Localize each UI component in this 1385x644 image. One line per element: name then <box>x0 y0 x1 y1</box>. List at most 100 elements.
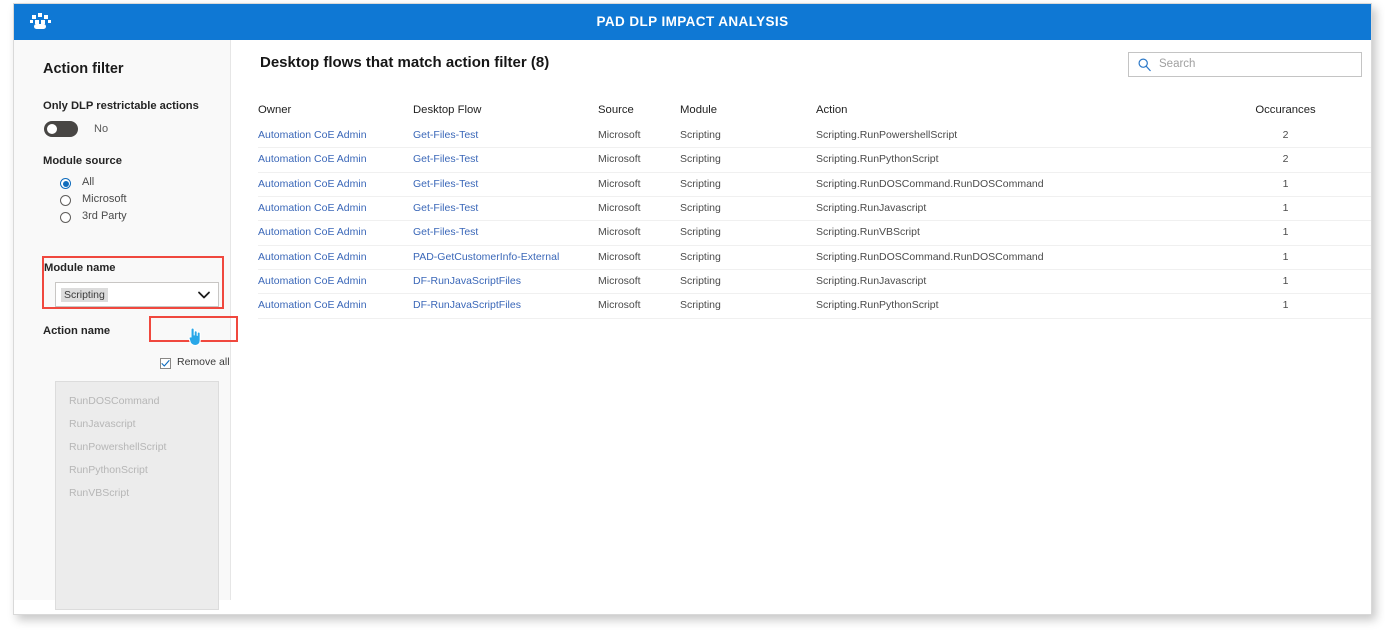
table-row: Automation CoE Admin Get-Files-Test Micros… <box>258 197 1371 222</box>
module-source-label: Module source <box>43 155 122 167</box>
table-row: Automation CoE Admin DF-RunJavaScriptFile… <box>258 270 1371 295</box>
cell-source: Microsoft <box>598 275 641 288</box>
main-content: Desktop flows that match action filter (… <box>232 40 1371 614</box>
cell-owner[interactable]: Automation CoE Admin <box>258 178 408 190</box>
list-item[interactable]: RunPowershellScript <box>69 441 166 453</box>
list-item[interactable]: RunDOSCommand <box>69 395 159 407</box>
dlp-restrictable-toggle[interactable] <box>44 121 78 137</box>
sidebar-heading: Action filter <box>43 61 124 77</box>
cell-source: Microsoft <box>598 177 641 190</box>
cell-owner[interactable]: Automation CoE Admin <box>258 129 408 141</box>
app-header: PAD DLP IMPACT ANALYSIS <box>14 4 1371 40</box>
cell-module: Scripting <box>680 202 721 215</box>
column-header-action: Action <box>816 104 848 116</box>
cell-desktop-flow[interactable]: Get-Files-Test <box>413 178 593 190</box>
cell-occurances: 1 <box>1282 250 1289 263</box>
dlp-filter-label: Only DLP restrictable actions <box>43 100 199 112</box>
list-item[interactable]: RunPythonScript <box>69 464 148 476</box>
remove-all-label[interactable]: Remove all <box>177 356 230 368</box>
page-title: PAD DLP IMPACT ANALYSIS <box>596 14 789 29</box>
dlp-toggle-value: No <box>94 123 109 135</box>
action-name-list[interactable]: RunDOSCommand RunJavascript RunPowershel… <box>55 381 219 610</box>
table-row: Automation CoE Admin Get-Files-Test Micros… <box>258 173 1371 198</box>
cell-desktop-flow[interactable]: DF-RunJavaScriptFiles <box>413 275 593 287</box>
table-row: Automation CoE Admin PAD-GetCustomerInfo-… <box>258 246 1371 271</box>
results-heading: Desktop flows that match action filter (… <box>260 54 550 71</box>
table-row: Automation CoE Admin Get-Files-Test Micros… <box>258 148 1371 173</box>
results-table: Owner Desktop Flow Source Module Action … <box>258 98 1371 319</box>
table-row: Automation CoE Admin Get-Files-Test Micros… <box>258 124 1371 149</box>
cell-action: Scripting.RunJavascript <box>816 202 927 215</box>
list-item[interactable]: RunVBScript <box>69 487 129 499</box>
cell-owner[interactable]: Automation CoE Admin <box>258 153 408 165</box>
cell-owner[interactable]: Automation CoE Admin <box>258 299 408 311</box>
cell-action: Scripting.RunDOSCommand.RunDOSCommand <box>816 177 1044 190</box>
cell-source: Microsoft <box>598 202 641 215</box>
cell-desktop-flow[interactable]: Get-Files-Test <box>413 202 593 214</box>
column-header-source: Source <box>598 104 634 116</box>
remove-all-checkbox[interactable] <box>160 358 171 369</box>
cell-action: Scripting.RunVBScript <box>816 226 920 239</box>
cell-action: Scripting.RunDOSCommand.RunDOSCommand <box>816 250 1044 263</box>
cell-occurances: 2 <box>1282 153 1289 166</box>
cell-occurances: 1 <box>1282 275 1289 288</box>
cell-owner[interactable]: Automation CoE Admin <box>258 226 408 238</box>
module-name-label: Module name <box>44 262 116 274</box>
cell-occurances: 2 <box>1282 129 1289 141</box>
search-placeholder: Search <box>1159 58 1196 70</box>
cell-action: Scripting.RunPythonScript <box>816 153 939 166</box>
list-item[interactable]: RunJavascript <box>69 418 136 430</box>
cell-action: Scripting.RunPythonScript <box>816 299 939 312</box>
table-row: Automation CoE Admin DF-RunJavaScriptFile… <box>258 294 1371 319</box>
cell-module: Scripting <box>680 299 721 312</box>
action-name-label: Action name <box>43 325 111 337</box>
table-header: Owner Desktop Flow Source Module Action … <box>258 98 1371 124</box>
cell-occurances: 1 <box>1282 202 1289 215</box>
column-header-occurances: Occurances <box>1255 104 1316 116</box>
radio-mark-icon <box>60 178 71 189</box>
module-name-selected-value: Scripting <box>61 288 108 302</box>
cell-desktop-flow[interactable]: Get-Files-Test <box>413 129 593 141</box>
cell-module: Scripting <box>680 177 721 190</box>
application-window: PAD DLP IMPACT ANALYSIS Action filter On… <box>13 3 1372 615</box>
column-header-module: Module <box>680 104 718 116</box>
table-header-row: Owner Desktop Flow Source Module Action … <box>258 98 1371 124</box>
cell-desktop-flow[interactable]: DF-RunJavaScriptFiles <box>413 299 593 311</box>
cell-source: Microsoft <box>598 226 641 239</box>
radio-label: 3rd Party <box>82 210 127 222</box>
radio-label: All <box>82 176 95 188</box>
cell-owner[interactable]: Automation CoE Admin <box>258 251 408 263</box>
cell-source: Microsoft <box>598 299 641 312</box>
cell-desktop-flow[interactable]: PAD-GetCustomerInfo-External <box>413 251 593 263</box>
cell-owner[interactable]: Automation CoE Admin <box>258 275 408 287</box>
table-body: Automation CoE Admin Get-Files-Test Micros… <box>258 124 1371 319</box>
cell-action: Scripting.RunJavascript <box>816 275 927 288</box>
chevron-down-icon <box>197 288 211 302</box>
cell-desktop-flow[interactable]: Get-Files-Test <box>413 226 593 238</box>
search-input[interactable]: Search <box>1128 52 1362 77</box>
cell-module: Scripting <box>680 275 721 288</box>
cell-source: Microsoft <box>598 250 641 263</box>
table-row: Automation CoE Admin Get-Files-Test Micros… <box>258 221 1371 246</box>
cell-owner[interactable]: Automation CoE Admin <box>258 202 408 214</box>
cell-module: Scripting <box>680 153 721 166</box>
cell-source: Microsoft <box>598 129 641 141</box>
cell-module: Scripting <box>680 226 721 239</box>
checkmark-icon <box>161 360 170 367</box>
search-icon <box>1137 57 1152 72</box>
column-header-owner: Owner <box>258 104 292 116</box>
cell-occurances: 1 <box>1282 177 1289 190</box>
cell-module: Scripting <box>680 129 721 141</box>
action-filter-sidebar: Action filter Only DLP restrictable acti… <box>14 40 231 610</box>
cell-desktop-flow[interactable]: Get-Files-Test <box>413 153 593 165</box>
radio-label: Microsoft <box>82 193 127 205</box>
radio-mark-icon <box>60 195 71 206</box>
radio-mark-icon <box>60 212 71 223</box>
cell-source: Microsoft <box>598 153 641 166</box>
cell-module: Scripting <box>680 250 721 263</box>
module-name-dropdown[interactable]: Scripting <box>55 282 219 307</box>
cell-occurances: 1 <box>1282 226 1289 239</box>
cell-action: Scripting.RunPowershellScript <box>816 129 958 141</box>
column-header-desktop-flow: Desktop Flow <box>413 104 482 116</box>
cell-occurances: 1 <box>1282 299 1289 312</box>
